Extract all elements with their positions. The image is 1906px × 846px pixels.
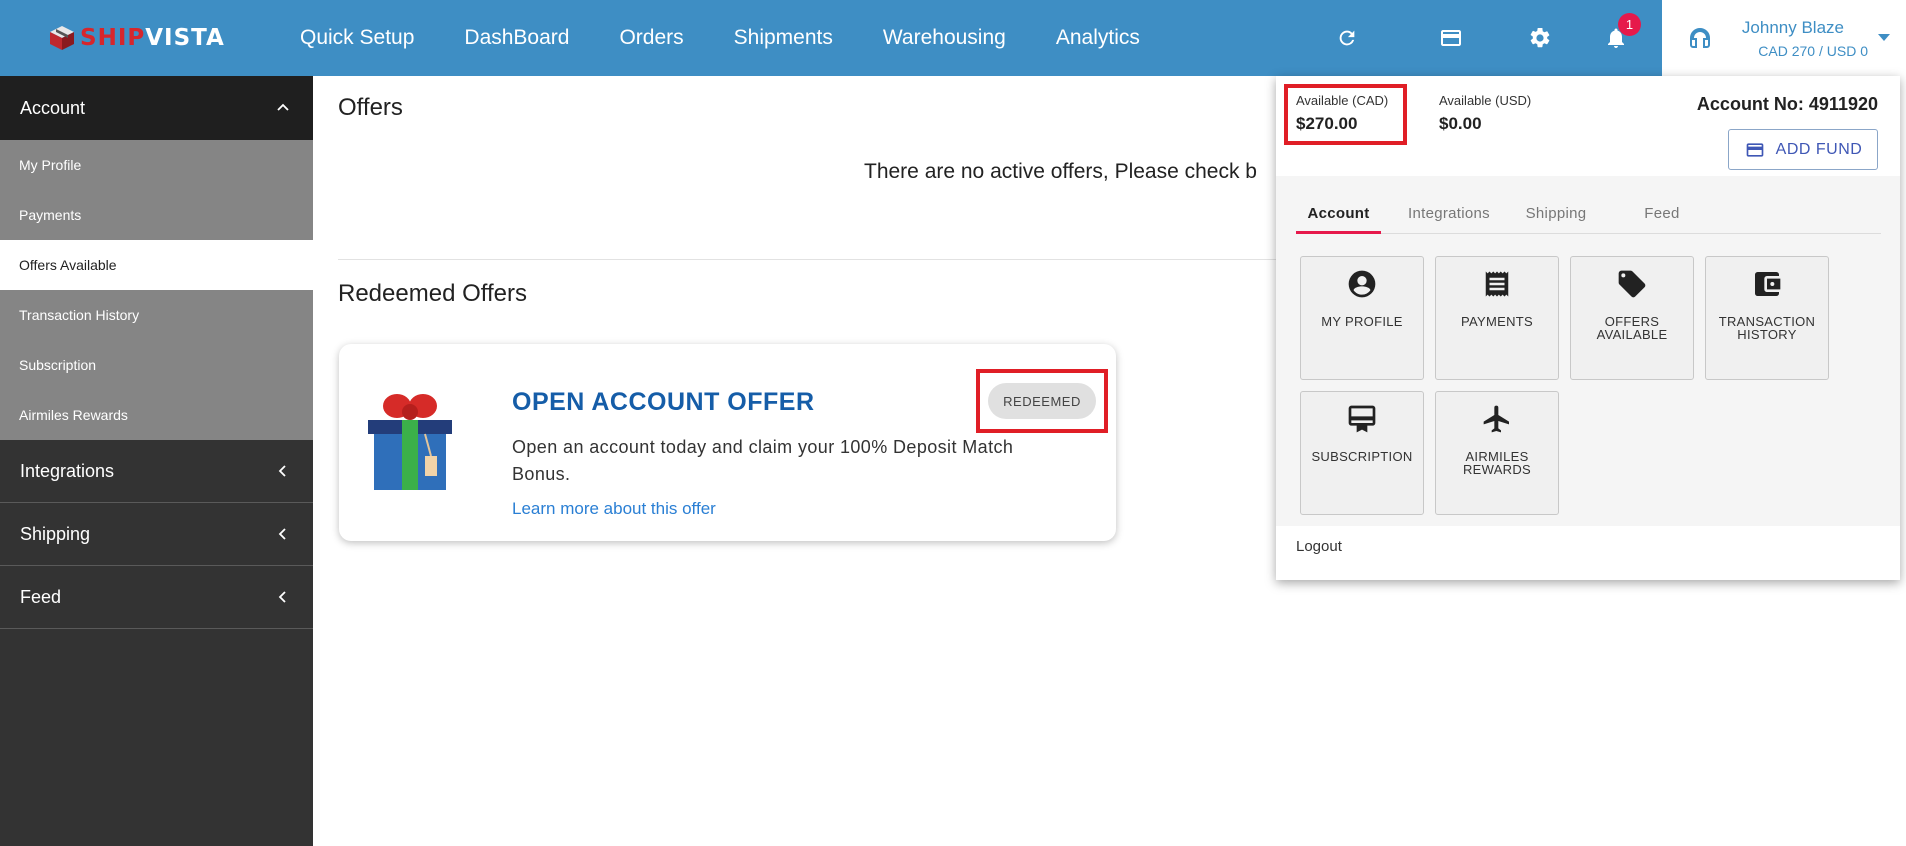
gift-icon [365, 392, 455, 492]
sidebar-section-label: Integrations [20, 460, 115, 481]
tab-integrations[interactable]: Integrations [1394, 194, 1504, 232]
panel-menu-area: Account Integrations Shipping Feed MY PR… [1276, 176, 1900, 526]
shipvista-logo[interactable]: SHIPVISTA [48, 22, 225, 54]
redeemed-offers-heading: Redeemed Offers [338, 280, 527, 307]
panel-tabs: Account Integrations Shipping Feed [1296, 194, 1881, 234]
account-number: Account No: 4911920 [1696, 94, 1878, 114]
user-menu[interactable]: Johnny Blaze CAD 270 / USD 0 [1662, 0, 1906, 76]
redeemed-button[interactable]: REDEEMED [988, 383, 1096, 419]
tile-label: TRANSACTION HISTORY [1718, 314, 1816, 342]
sidebar-section-label: Shipping [20, 523, 91, 544]
credit-card-icon[interactable] [1437, 24, 1465, 52]
redeemed-highlight-box: REDEEMED [976, 369, 1108, 433]
chevron-left-icon [278, 591, 286, 603]
chevron-left-icon [278, 528, 286, 540]
card-membership-icon [1345, 402, 1379, 436]
sidebar-section-integrations[interactable]: Integrations [0, 440, 313, 503]
sidebar-item-transaction-history[interactable]: Transaction History [0, 290, 313, 340]
usd-balance-value: $0.00 [1439, 114, 1482, 133]
top-bar: SHIPVISTA Quick Setup DashBoard Orders S… [0, 0, 1906, 76]
sidebar: Account My Profile Payments Offers Avail… [0, 76, 313, 846]
sidebar-section-account[interactable]: Account [0, 76, 313, 140]
add-fund-button[interactable]: ADD FUND [1728, 129, 1878, 170]
sidebar-item-subscription[interactable]: Subscription [0, 340, 313, 390]
page-title: Offers [338, 94, 403, 121]
airplane-icon [1480, 402, 1514, 436]
learn-more-link[interactable]: Learn more about this offer [512, 499, 716, 519]
receipt-icon [1480, 267, 1514, 301]
nav-analytics[interactable]: Analytics [1056, 26, 1140, 50]
box-logo-icon [48, 24, 76, 52]
tile-label: SUBSCRIPTION [1311, 449, 1413, 464]
no-offers-message: There are no active offers, Please check… [864, 160, 1257, 183]
user-balance: CAD 270 / USD 0 [1758, 43, 1868, 59]
nav-dashboard[interactable]: DashBoard [464, 26, 569, 50]
nav-orders[interactable]: Orders [619, 26, 683, 50]
divider [338, 259, 1278, 260]
nav-quick-setup[interactable]: Quick Setup [300, 26, 414, 50]
sidebar-item-offers-available[interactable]: Offers Available [0, 240, 313, 290]
offer-description: Open an account today and claim your 100… [512, 437, 1014, 484]
chevron-left-icon [278, 465, 286, 477]
tile-my-profile[interactable]: MY PROFILE [1300, 256, 1424, 380]
main-nav: Quick Setup DashBoard Orders Shipments W… [300, 0, 1190, 76]
active-tab-indicator [1296, 231, 1381, 234]
sidebar-item-airmiles-rewards[interactable]: Airmiles Rewards [0, 390, 313, 440]
cad-balance-value: $270.00 [1296, 114, 1358, 133]
user-name: Johnny Blaze [1741, 18, 1844, 37]
tile-label: MY PROFILE [1321, 314, 1403, 329]
sidebar-section-label: Feed [20, 586, 62, 607]
cad-balance-label: Available (CAD) [1296, 93, 1389, 108]
usd-balance-label: Available (USD) [1439, 93, 1532, 108]
tile-label: PAYMENTS [1461, 314, 1533, 329]
credit-card-icon [1746, 142, 1763, 157]
logout-link[interactable]: Logout [1296, 538, 1342, 555]
tile-airmiles-rewards[interactable]: AIRMILES REWARDS [1435, 391, 1559, 515]
nav-warehousing[interactable]: Warehousing [883, 26, 1006, 50]
tile-label: AIRMILES REWARDS [1462, 449, 1532, 477]
tile-subscription[interactable]: SUBSCRIPTION [1300, 391, 1424, 515]
sidebar-section-shipping[interactable]: Shipping [0, 503, 313, 566]
tab-account[interactable]: Account [1296, 194, 1381, 232]
wallet-icon [1750, 267, 1784, 301]
add-fund-label: ADD FUND [1775, 140, 1863, 158]
caret-down-icon[interactable] [1878, 34, 1890, 41]
account-dropdown-panel: Available (CAD) $270.00 Available (USD) … [1276, 76, 1900, 580]
tab-shipping[interactable]: Shipping [1506, 194, 1606, 232]
offer-title: OPEN ACCOUNT OFFER [512, 388, 815, 416]
sidebar-item-my-profile[interactable]: My Profile [0, 140, 313, 190]
logo-text-ship: SHIP [80, 25, 146, 51]
gear-icon[interactable] [1526, 24, 1554, 52]
headset-icon[interactable] [1686, 24, 1714, 52]
tile-transaction-history[interactable]: TRANSACTION HISTORY [1705, 256, 1829, 380]
tile-offers-available[interactable]: OFFERS AVAILABLE [1570, 256, 1694, 380]
refresh-icon[interactable] [1333, 24, 1361, 52]
tile-payments[interactable]: PAYMENTS [1435, 256, 1559, 380]
sidebar-item-payments[interactable]: Payments [0, 190, 313, 240]
offer-card: OPEN ACCOUNT OFFER Open an account today… [339, 344, 1116, 541]
nav-shipments[interactable]: Shipments [734, 26, 833, 50]
tile-label: OFFERS AVAILABLE [1596, 314, 1668, 342]
sidebar-section-label: Account [20, 97, 86, 118]
chevron-up-icon [277, 103, 289, 111]
account-circle-icon [1345, 267, 1379, 301]
logo-text-vista: VISTA [145, 25, 225, 51]
tag-icon [1615, 267, 1649, 301]
tab-feed[interactable]: Feed [1612, 194, 1712, 232]
notification-badge: 1 [1618, 13, 1641, 36]
sidebar-section-feed[interactable]: Feed [0, 566, 313, 629]
